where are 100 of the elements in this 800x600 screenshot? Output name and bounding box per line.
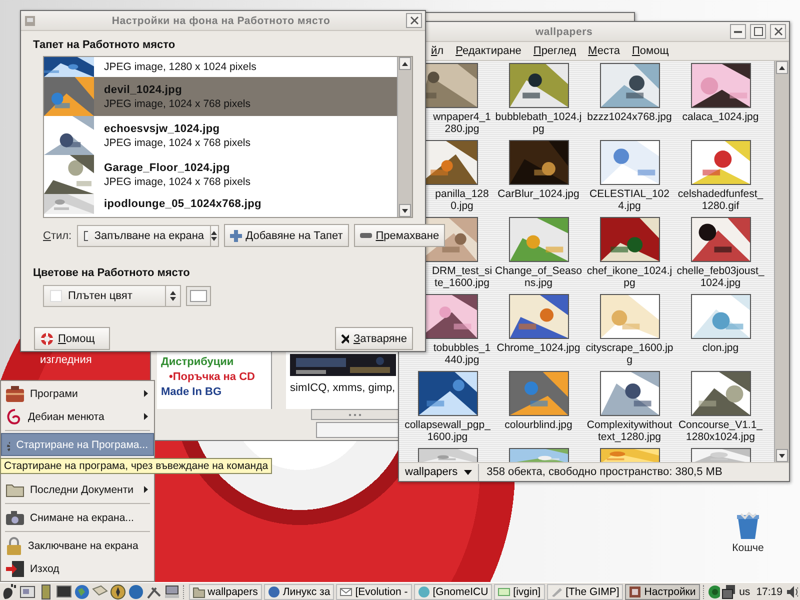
compass-icon bbox=[110, 584, 126, 600]
add-wallpaper-button[interactable]: Добавяне на Тапет bbox=[224, 224, 349, 247]
maximize-button[interactable] bbox=[750, 24, 766, 39]
file-label[interactable]: collapsewall_pgp_1600.jpg bbox=[404, 419, 492, 443]
close-icon bbox=[341, 334, 350, 344]
camera-icon bbox=[6, 510, 24, 524]
file-label[interactable]: DRM_test_site_1600.jpg bbox=[431, 265, 493, 289]
clock[interactable]: 17:19 bbox=[754, 586, 784, 598]
task-button[interactable]: Настройки bbox=[625, 584, 700, 600]
foot-launcher[interactable] bbox=[2, 584, 18, 600]
menu-item[interactable]: Заключване на екрана bbox=[1, 534, 154, 557]
scrollbar[interactable] bbox=[774, 61, 789, 462]
menu-item[interactable]: Последни Документи bbox=[1, 478, 154, 501]
desktop-icon-label: изгледния bbox=[40, 354, 92, 366]
file-label[interactable]: bzzz1024x768.jpg bbox=[586, 111, 674, 123]
caret-icon bbox=[464, 470, 472, 474]
menu-item[interactable]: Дебиан менюта bbox=[1, 405, 154, 428]
monitor-launcher[interactable] bbox=[56, 584, 72, 600]
file-label[interactable]: chef_ikone_1024.jpg bbox=[586, 265, 674, 289]
minimize-button[interactable] bbox=[730, 24, 746, 39]
file-label[interactable]: Chrome_1024.jpg bbox=[494, 342, 582, 354]
address-field[interactable] bbox=[316, 422, 399, 438]
menu-item[interactable]: Редактиране bbox=[456, 45, 522, 57]
file-label[interactable]: tobubbles_1440.jpg bbox=[431, 342, 493, 366]
menu-item[interactable]: Програми bbox=[1, 382, 154, 405]
menu-item[interactable]: Снимане на екрана... bbox=[1, 506, 154, 529]
section-heading: Цветове на Работното място bbox=[33, 267, 191, 279]
globe-icon bbox=[74, 584, 90, 600]
picture-frame-icon bbox=[629, 586, 642, 598]
folder-icon bbox=[192, 586, 205, 598]
file-label[interactable]: Concourse_V1.1_1280x1024.jpg bbox=[676, 419, 764, 443]
monitor-icon bbox=[56, 584, 72, 600]
file-label[interactable]: bubblebath_1024.jpg bbox=[494, 111, 582, 135]
file-label[interactable]: celshadedfunfest_1280.gif bbox=[676, 188, 764, 212]
task-button[interactable]: [GnomeICU bbox=[414, 584, 492, 600]
globe-launcher[interactable] bbox=[128, 584, 144, 600]
swirl-icon bbox=[6, 408, 22, 424]
file-label[interactable]: panilla_1280.jpg bbox=[431, 188, 493, 212]
file-label[interactable]: clon.jpg bbox=[676, 342, 764, 354]
network-icon bbox=[708, 584, 720, 598]
task-button[interactable]: [Evolution - bbox=[336, 584, 412, 600]
close-button[interactable] bbox=[770, 24, 786, 39]
up-arrow-icon bbox=[402, 62, 408, 66]
file-info: JPEG image, 1024 x 768 pixels bbox=[104, 98, 250, 110]
task-button[interactable]: wallpapers bbox=[188, 584, 262, 600]
down-arrow-icon bbox=[402, 208, 408, 212]
task-button[interactable]: Линукс за bbox=[264, 584, 334, 600]
wallpaper-row[interactable]: devil_1024.jpg JPEG image, 1024 x 768 pixels bbox=[44, 77, 397, 116]
menu-item[interactable]: Преглед bbox=[533, 45, 576, 57]
minimize-icon bbox=[734, 30, 742, 32]
help-button[interactable]: Помощ bbox=[34, 327, 110, 350]
color-mode-dropdown[interactable]: Плътен цвят bbox=[43, 285, 181, 307]
keyboard-layout[interactable]: us bbox=[737, 586, 752, 598]
down-arrow-icon bbox=[779, 454, 785, 458]
task-button[interactable]: [The GIMP] bbox=[546, 584, 624, 600]
nav-link[interactable]: Дистрибуции bbox=[161, 356, 271, 368]
status-text: 358 обекта, свободно пространство: 380,5 MB bbox=[486, 466, 722, 478]
file-label[interactable]: Complexitywithouttext_1280.jpg bbox=[586, 419, 674, 443]
menu-item[interactable]: Места bbox=[588, 45, 620, 57]
globe-launcher[interactable] bbox=[74, 584, 90, 600]
speaker-icon[interactable] bbox=[786, 584, 798, 598]
menu-item[interactable]: Изход bbox=[1, 557, 154, 580]
computer-launcher[interactable] bbox=[164, 584, 180, 600]
style-dropdown[interactable]: Запълване на екрана bbox=[76, 224, 219, 246]
file-name: echoesvsjw_1024.jpg bbox=[104, 122, 221, 134]
nav-link[interactable]: Made In BG bbox=[161, 386, 271, 398]
file-label[interactable]: calaca_1024.jpg bbox=[676, 111, 764, 123]
scrollbar[interactable] bbox=[397, 57, 412, 217]
toolbox-icon bbox=[6, 386, 24, 402]
close-button[interactable] bbox=[406, 13, 422, 28]
pane-splitter[interactable] bbox=[311, 409, 399, 420]
file-label[interactable]: colourblind.jpg bbox=[494, 419, 582, 431]
folder-icon bbox=[6, 482, 24, 496]
menu-item[interactable]: йл bbox=[431, 45, 444, 57]
color-picker-button[interactable] bbox=[186, 286, 211, 306]
monitors-icon bbox=[722, 584, 736, 598]
nav-link[interactable]: •Поръчка на CD bbox=[161, 371, 271, 383]
swatch-icon bbox=[50, 290, 62, 302]
close-dialog-button[interactable]: Затваряне bbox=[335, 327, 413, 350]
desktop-icon-label[interactable]: Кошче bbox=[732, 542, 764, 554]
window-icon bbox=[24, 14, 36, 26]
close-icon bbox=[774, 27, 782, 36]
file-label[interactable]: CarBlur_1024.jpg bbox=[494, 188, 582, 200]
file-info: JPEG image, 1024 x 768 pixels bbox=[104, 136, 250, 148]
window-launcher[interactable] bbox=[20, 584, 36, 600]
remove-button[interactable]: Премахване bbox=[354, 224, 446, 247]
compass-launcher[interactable] bbox=[110, 584, 126, 600]
file-info: JPEG image, 1024 x 768 pixels bbox=[104, 176, 250, 188]
file-label[interactable]: chelle_feb03joust_1024.jpg bbox=[676, 265, 764, 289]
section-heading: Тапет на Работното място bbox=[33, 39, 176, 51]
file-label[interactable]: wnpaper4_1280.jpg bbox=[431, 111, 493, 135]
file-label[interactable]: Change_of_Seasons.jpg bbox=[494, 265, 582, 289]
menu-item[interactable]: Помощ bbox=[632, 45, 669, 57]
globe-icon bbox=[268, 586, 280, 598]
file-label[interactable]: CELESTIAL_1024.jpg bbox=[586, 188, 674, 212]
task-button[interactable]: [ivgin] bbox=[494, 584, 545, 600]
file-info: JPEG image, 1280 x 1024 pixels bbox=[104, 61, 256, 73]
location-dropdown[interactable]: wallpapers bbox=[399, 464, 479, 480]
file-label[interactable]: cityscrape_1600.jpg bbox=[586, 342, 674, 366]
trash-can-icon[interactable] bbox=[735, 512, 761, 540]
